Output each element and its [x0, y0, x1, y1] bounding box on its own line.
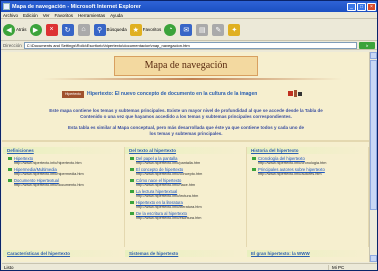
list-item: Hipertexto http://www.hipertexto.info/hi… — [3, 156, 124, 165]
menu-favoritos[interactable]: Favoritos — [55, 13, 74, 18]
title-bar: Mapa de navegación - Microsoft Internet … — [1, 1, 377, 12]
decorative-divider — [42, 78, 342, 80]
refresh-icon: ↻ — [61, 23, 74, 36]
ie-icon — [3, 3, 10, 10]
intro-title: Hipertexto: El nuevo concepto de documen… — [87, 91, 258, 97]
security-zone: Mi PC — [328, 265, 377, 270]
printer-icon: ▤ — [196, 23, 209, 36]
address-bar: Dirección C:\Documents and Settings\Roll… — [1, 41, 377, 50]
list-item: Hipertexto en la literatura http://www.h… — [125, 200, 246, 209]
edit-icon: ✎ — [212, 23, 225, 36]
menu-ver[interactable]: Ver — [43, 13, 50, 18]
search-icon: ⚲ — [93, 23, 106, 36]
column-heading[interactable]: El gran hipertexto: la WWW — [247, 250, 369, 257]
topic-columns: Definiciones Hipertexto http://www.hiper… — [3, 147, 369, 247]
minimize-button[interactable]: _ — [347, 2, 356, 11]
star-icon: ★ — [129, 23, 142, 36]
back-button[interactable]: ◀ Atrás — [3, 23, 27, 36]
list-item: El concepto de hipertexto http://www.hip… — [125, 167, 246, 176]
intro-row: Hipertexto Hipertexto: El nuevo concepto… — [62, 89, 322, 99]
list-item: La lectura hipertextual http://www.hiper… — [125, 189, 246, 198]
edit-button[interactable]: ✎ — [212, 23, 225, 36]
hipertexto-logo[interactable]: Hipertexto — [62, 90, 84, 98]
topic-url: http://www.hipertexto.info/autores.htm — [258, 172, 322, 176]
column-definiciones: Definiciones Hipertexto http://www.hiper… — [3, 147, 125, 247]
home-button[interactable]: ⌂ — [77, 23, 91, 36]
status-text: Listo — [4, 265, 14, 270]
column-heading[interactable]: Historia del hipertexto — [247, 147, 368, 154]
page-banner: Mapa de navegación — [114, 56, 258, 76]
stop-button[interactable]: × — [45, 23, 59, 36]
column-heading[interactable]: Características del hipertexto — [3, 250, 125, 257]
list-item: Cronología del hipertexto http://www.hip… — [247, 156, 368, 165]
column-heading[interactable]: Del texto al hipertexto — [125, 147, 246, 154]
menu-edicion[interactable]: Edición — [23, 13, 38, 18]
topic-url: http://www.hipertexto.info/pantalla.htm — [136, 161, 201, 165]
menu-herramientas[interactable]: Herramientas — [78, 13, 105, 18]
description: Este mapa contiene los temas y subtemas … — [49, 108, 323, 119]
section-separator — [2, 140, 370, 142]
stop-icon: × — [45, 23, 58, 36]
browser-window: Mapa de navegación - Microsoft Internet … — [0, 0, 378, 271]
menu-ayuda[interactable]: Ayuda — [110, 13, 123, 18]
address-input[interactable]: C:\Documents and Settings\Rollo\Escritor… — [23, 41, 357, 49]
list-item: Principales autores sobre hipertexto htt… — [247, 167, 368, 176]
forward-arrow-icon: ▶ — [29, 23, 42, 36]
list-item: Hipermedia/Multimedia http://www.hiperte… — [3, 167, 124, 176]
description-2: Esta tabla es similar al Mapa conceptual… — [67, 125, 305, 136]
print-button[interactable]: ▤ — [196, 23, 209, 36]
topic-url: http://www.hipertexto.info/hipermedia.ht… — [14, 172, 84, 176]
go-button[interactable]: Ir — [359, 41, 375, 49]
topic-url: http://www.hipertexto.info/cronologia.ht… — [258, 161, 327, 165]
discuss-icon: ✦ — [228, 23, 241, 36]
list-item: Cómo nace el hipertexto http://www.hiper… — [125, 178, 246, 187]
toolbar: ◀ Atrás ▶ × ↻ ⌂ ⚲ Búsqueda ★ Favoritos ◔… — [1, 19, 377, 41]
history-icon: ◔ — [164, 23, 177, 36]
vertical-scrollbar[interactable] — [369, 52, 377, 262]
discuss-button[interactable]: ✦ — [228, 23, 241, 36]
topic-url: http://www.hipertexto.info/nace.htm — [136, 183, 196, 187]
window-title: Mapa de navegación - Microsoft Internet … — [12, 3, 141, 10]
mail-button[interactable]: ✉ — [180, 23, 193, 36]
search-button[interactable]: ⚲ Búsqueda — [93, 23, 127, 36]
list-item: Documento Hipertextual http://www.hipert… — [3, 178, 124, 187]
back-arrow-icon: ◀ — [3, 23, 15, 36]
topic-url: http://www.hipertexto.info/literatura.ht… — [136, 205, 202, 209]
list-item: De la escritura al hipertexto http://www… — [125, 211, 246, 220]
refresh-button[interactable]: ↻ — [61, 23, 75, 36]
topic-url: http://www.hipertexto.info/escritura.htm — [136, 216, 202, 220]
page-content: Mapa de navegación Hipertexto Hipertexto… — [2, 52, 370, 262]
list-item: Del papel a la pantalla http://www.hiper… — [125, 156, 246, 165]
scroll-thumb[interactable] — [370, 60, 377, 210]
column-del-texto: Del texto al hipertexto Del papel a la p… — [125, 147, 247, 247]
topic-url: http://www.hipertexto.info/hipertexto.ht… — [14, 161, 82, 165]
scroll-up-arrow[interactable] — [370, 52, 377, 59]
column-heading[interactable]: Definiciones — [3, 147, 124, 154]
mail-icon: ✉ — [180, 23, 193, 36]
home-icon: ⌂ — [77, 23, 90, 36]
forward-button[interactable]: ▶ — [29, 23, 43, 36]
favorites-button[interactable]: ★ Favoritos — [129, 23, 161, 36]
topic-url: http://www.hipertexto.info/documento.htm — [14, 183, 84, 187]
menu-bar: Archivo Edición Ver Favoritos Herramient… — [1, 12, 377, 19]
status-bar: Listo Mi PC — [2, 263, 377, 270]
topic-url: http://www.hipertexto.info/concepto.htm — [136, 172, 203, 176]
topic-url: http://www.hipertexto.info/lectura.htm — [136, 194, 199, 198]
scroll-down-arrow[interactable] — [370, 255, 377, 262]
address-label: Dirección — [3, 42, 22, 48]
maximize-button[interactable]: □ — [357, 2, 366, 11]
bottom-topic-headings: Características del hipertexto Sistemas … — [3, 250, 369, 260]
menu-archivo[interactable]: Archivo — [3, 13, 18, 18]
column-heading[interactable]: Sistemas de hipertexto — [125, 250, 247, 257]
hand-pointer-icon — [288, 90, 302, 97]
column-historia: Historia del hipertexto Cronología del h… — [247, 147, 369, 247]
close-button[interactable]: × — [367, 2, 376, 11]
history-button[interactable]: ◔ — [164, 23, 177, 36]
